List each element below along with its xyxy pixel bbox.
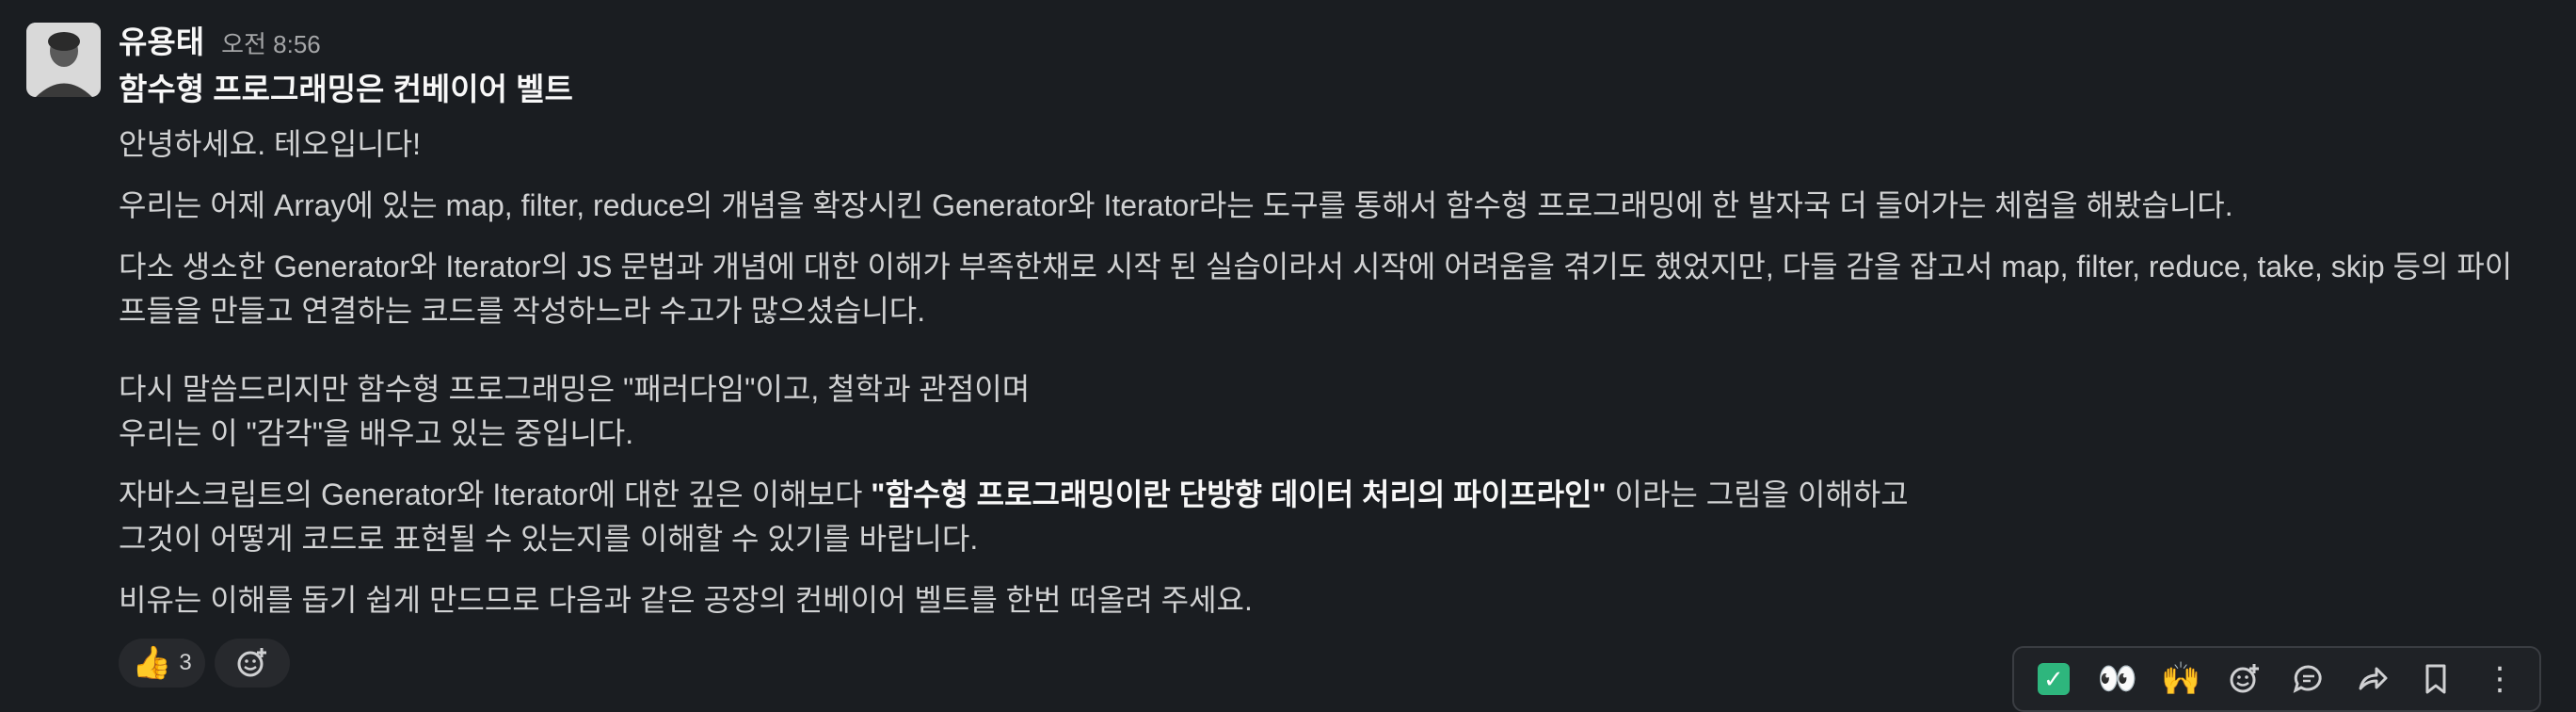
pipeline-line-2: 그것이 어떻게 코드로 표현될 수 있는지를 이해할 수 있기를 바랍니다. (119, 522, 979, 556)
toolbar-more-button[interactable]: ⋮ (2473, 653, 2526, 705)
avatar[interactable] (26, 23, 101, 97)
thumbs-up-icon: 👍 (132, 645, 172, 681)
toolbar-eyes-button[interactable]: 👀 (2091, 653, 2144, 705)
eyes-icon: 👀 (2097, 661, 2137, 697)
message-timestamp[interactable]: 오전 8:56 (221, 25, 321, 60)
paragraph-yesterday: 우리는 어제 Array에 있는 map, filter, reduce의 개념… (119, 188, 2233, 222)
toolbar-add-reaction-button[interactable] (2218, 653, 2271, 705)
toolbar-share-button[interactable] (2346, 653, 2399, 705)
paragraph-pipeline: 자바스크립트의 Generator와 Iterator에 대한 깊은 이해보다 … (119, 473, 2537, 561)
avatar-photo (26, 23, 101, 97)
paragraph-paradigm: 다시 말씀드리지만 함수형 프로그래밍은 "패러다임"이고, 철학과 관점이며 … (119, 367, 2537, 456)
raised-hands-icon: 🙌 (2161, 661, 2201, 697)
paradigm-line-2: 우리는 이 "감각"을 배우고 있는 중입니다. (119, 416, 634, 450)
reply-in-thread-icon (2293, 665, 2322, 693)
toolbar-reply-button[interactable] (2282, 653, 2335, 705)
sender-name[interactable]: 유용태 (119, 17, 204, 62)
add-reaction-icon (237, 648, 266, 677)
message-title: 함수형 프로그래밍은 컨베이어 벨트 (119, 72, 573, 106)
toolbar-bookmark-button[interactable] (2409, 653, 2462, 705)
reaction-thumbs-up[interactable]: 👍 3 (119, 639, 205, 688)
message-actions-toolbar: ✓ 👀 🙌 ⋮ (2012, 646, 2541, 712)
white-check-mark-icon: ✓ (2037, 663, 2070, 695)
message-body: 안녕하세요. 테오입니다! 우리는 어제 Array에 있는 map, filt… (119, 122, 2537, 639)
paragraph-analogy: 비유는 이해를 돕기 쉽게 만드므로 다음과 같은 공장의 컨베이어 벨트를 한… (119, 583, 1253, 617)
paragraph-greeting: 안녕하세요. 테오입니다! (119, 127, 422, 161)
share-icon (2359, 667, 2388, 690)
toolbar-check-button[interactable]: ✓ (2027, 653, 2080, 705)
message-header: 유용태 오전 8:56 (119, 17, 321, 62)
bookmark-icon (2425, 664, 2446, 694)
pipeline-prefix: 자바스크립트의 Generator와 Iterator에 대한 깊은 이해보다 (119, 477, 872, 511)
reaction-count: 3 (179, 650, 192, 675)
paradigm-line-1: 다시 말씀드리지만 함수형 프로그래밍은 "패러다임"이고, 철학과 관점이며 (119, 372, 1031, 406)
toolbar-raised-hands-button[interactable]: 🙌 (2154, 653, 2207, 705)
add-reaction-button[interactable] (214, 639, 290, 688)
message: 유용태 오전 8:56 함수형 프로그래밍은 컨베이어 벨트 안녕하세요. 테오… (0, 0, 2576, 712)
pipeline-suffix: 이라는 그림을 이해하고 (1606, 477, 1909, 511)
paragraph-practice: 다소 생소한 Generator와 Iterator의 JS 문법과 개념에 대… (119, 250, 2513, 328)
more-actions-icon: ⋮ (2484, 661, 2517, 697)
reactions-bar: 👍 3 (119, 639, 290, 688)
pipeline-bold: "함수형 프로그래밍이란 단방향 데이터 처리의 파이프라인" (871, 477, 1607, 511)
add-reaction-icon (2230, 664, 2260, 693)
